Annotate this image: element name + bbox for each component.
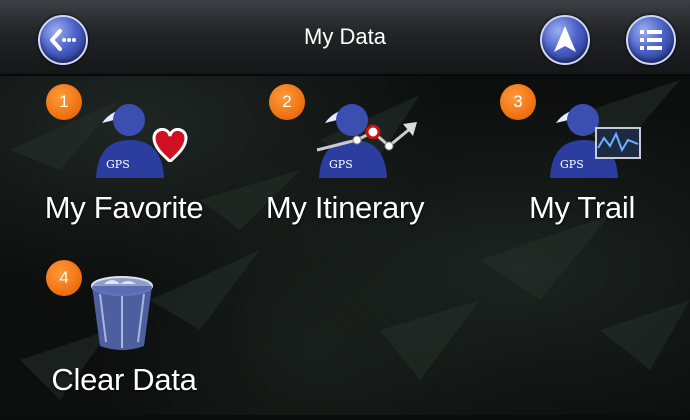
my-favorite-label: My Favorite [44, 190, 204, 225]
trash-bin-icon [91, 276, 153, 350]
navigation-arrow-icon [554, 26, 576, 52]
menu-button[interactable] [626, 15, 676, 65]
item-number-badge: 4 [46, 260, 82, 296]
navigate-button[interactable] [540, 15, 590, 65]
svg-text:GPS: GPS [560, 158, 584, 171]
my-favorite-item[interactable]: 1 GPS My Favorite [14, 80, 234, 250]
item-number-badge: 3 [500, 84, 536, 120]
item-number-badge: 2 [269, 84, 305, 120]
my-trail-label: My Trail [528, 190, 636, 225]
trail-user-graph-icon: GPS [550, 104, 641, 178]
my-trail-item[interactable]: 3 GPS My Trail [472, 80, 690, 250]
list-menu-icon [640, 30, 662, 50]
item-number-badge: 1 [46, 84, 82, 120]
svg-text:GPS: GPS [106, 158, 130, 171]
favorite-user-heart-icon: GPS [96, 104, 188, 178]
my-itinerary-label: My Itinerary [265, 190, 425, 225]
svg-text:GPS: GPS [329, 158, 353, 171]
itinerary-user-route-icon: GPS [316, 104, 417, 178]
clear-data-item[interactable]: 4 Clear Data [14, 250, 234, 420]
back-button[interactable] [38, 15, 88, 65]
back-arrow-icon [50, 29, 76, 51]
clear-data-label: Clear Data [51, 362, 197, 397]
my-itinerary-item[interactable]: 2 GPS My Itinerary [235, 80, 455, 250]
